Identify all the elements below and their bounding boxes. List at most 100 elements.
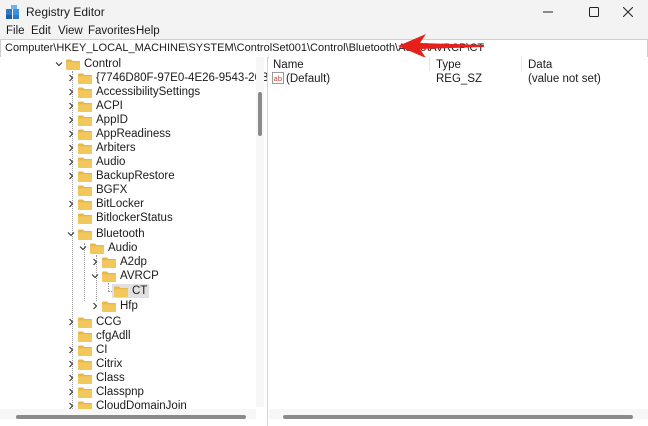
tree-item[interactable]: Bluetooth: [66, 227, 145, 241]
tree-item[interactable]: Classpnp: [66, 385, 144, 399]
tree-item[interactable]: BGFX: [66, 183, 127, 197]
tree-item-selected[interactable]: CT: [112, 284, 150, 298]
maximize-icon: [589, 7, 599, 17]
tree-item[interactable]: Arbiters: [66, 141, 136, 155]
red-arrow-annotation-icon: [398, 34, 484, 58]
menu-view[interactable]: View: [58, 25, 83, 37]
tree-item[interactable]: BitlockerStatus: [66, 211, 173, 225]
folder-icon: [78, 387, 92, 398]
chevron-down-icon[interactable]: [66, 227, 76, 241]
close-icon: [623, 7, 633, 17]
tree-item[interactable]: Class: [66, 371, 125, 385]
chevron-down-icon[interactable]: [90, 269, 100, 283]
tree-horizontal-scroll-thumb[interactable]: [16, 415, 246, 419]
folder-icon: [78, 115, 92, 126]
tree-item-label: AppReadiness: [96, 128, 171, 140]
tree-vertical-scroll-thumb[interactable]: [258, 92, 262, 136]
address-bar[interactable]: Computer\HKEY_LOCAL_MACHINE\SYSTEM\Contr…: [0, 39, 648, 58]
list-horizontal-scroll-thumb[interactable]: [283, 415, 633, 419]
minimize-button[interactable]: [528, 0, 568, 24]
key-tree-pane[interactable]: Control {7746D80F-97E0-4E26-9543-26B41FC…: [0, 57, 268, 426]
tree-item-label: Audio: [96, 156, 126, 168]
tree-item[interactable]: {7746D80F-97E0-4E26-9543-26B41FC2: [66, 71, 268, 85]
column-divider[interactable]: [429, 57, 430, 71]
tree-item-label: {7746D80F-97E0-4E26-9543-26B41FC2: [96, 72, 268, 84]
menu-edit[interactable]: Edit: [31, 25, 51, 37]
folder-icon: [78, 331, 92, 342]
tree-item[interactable]: Citrix: [66, 357, 122, 371]
tree-item-label: cfgAdll: [96, 330, 131, 342]
folder-icon: [78, 143, 92, 154]
tree-item[interactable]: Control: [54, 57, 121, 71]
tree-connector: [108, 283, 109, 291]
string-value-icon: ab: [272, 72, 284, 84]
menu-favorites[interactable]: Favorites: [88, 25, 135, 37]
column-header-data[interactable]: Data: [528, 59, 552, 71]
chevron-down-icon[interactable]: [78, 241, 88, 255]
chevron-right-icon[interactable]: [66, 141, 76, 155]
chevron-right-icon[interactable]: [66, 343, 76, 357]
folder-icon: [78, 185, 92, 196]
close-button[interactable]: [608, 0, 648, 24]
tree-item-label: Control: [84, 58, 122, 70]
folder-icon: [78, 317, 92, 328]
chevron-right-icon[interactable]: [66, 371, 76, 385]
chevron-right-icon[interactable]: [66, 357, 76, 371]
chevron-right-icon[interactable]: [90, 299, 100, 313]
tree-item-label: AVRCP: [120, 270, 159, 282]
menu-file[interactable]: File: [6, 25, 25, 37]
tree-item[interactable]: CI: [66, 343, 108, 357]
column-divider[interactable]: [521, 57, 522, 71]
tree-item-label: CI: [96, 344, 108, 356]
chevron-right-icon[interactable]: [66, 315, 76, 329]
values-list-pane[interactable]: Name Type Data ab (Default) REG_SZ (valu…: [269, 57, 648, 426]
chevron-right-icon[interactable]: [66, 197, 76, 211]
folder-icon: [78, 157, 92, 168]
folder-icon: [78, 101, 92, 112]
tree-item[interactable]: BitLocker: [66, 197, 144, 211]
folder-icon: [78, 129, 92, 140]
tree-item-label: BGFX: [96, 184, 128, 196]
tree-item[interactable]: A2dp: [90, 255, 147, 269]
chevron-right-icon[interactable]: [66, 385, 76, 399]
chevron-right-icon[interactable]: [66, 127, 76, 141]
chevron-right-icon[interactable]: [66, 99, 76, 113]
tree-item[interactable]: ACPI: [66, 99, 123, 113]
tree-item-label: Classpnp: [96, 386, 144, 398]
menu-bar: File Edit View Favorites Help: [0, 24, 648, 40]
tree-item[interactable]: CCG: [66, 315, 122, 329]
chevron-right-icon[interactable]: [66, 155, 76, 169]
tree-item-label: Bluetooth: [96, 228, 145, 240]
column-header-name[interactable]: Name: [273, 59, 304, 71]
tree-item-label: CT: [132, 285, 148, 297]
chevron-right-icon[interactable]: [66, 71, 76, 85]
tree-item[interactable]: AppID: [66, 113, 128, 127]
tree-item[interactable]: AppReadiness: [66, 127, 171, 141]
chevron-right-icon[interactable]: [66, 113, 76, 127]
tree-item-label: BitLocker: [96, 198, 144, 210]
tree-item[interactable]: cfgAdll: [66, 329, 131, 343]
folder-icon: [114, 286, 128, 297]
value-data: (value not set): [528, 73, 601, 85]
tree-item-label: BackupRestore: [96, 170, 175, 182]
registry-editor-icon: [6, 5, 19, 19]
tree-item[interactable]: BackupRestore: [66, 169, 175, 183]
tree-item[interactable]: AccessibilitySettings: [66, 85, 200, 99]
tree-item-label: AppID: [96, 114, 128, 126]
chevron-right-icon[interactable]: [66, 85, 76, 99]
tree-item[interactable]: Hfp: [90, 299, 138, 313]
value-name[interactable]: (Default): [286, 73, 330, 85]
tree-item[interactable]: Audio: [78, 241, 137, 255]
chevron-down-icon[interactable]: [54, 57, 64, 71]
chevron-right-icon[interactable]: [90, 255, 100, 269]
folder-icon: [78, 345, 92, 356]
column-header-type[interactable]: Type: [436, 59, 461, 71]
folder-icon: [90, 243, 104, 254]
tree-item[interactable]: Audio: [66, 155, 125, 169]
minimize-icon: [543, 11, 553, 13]
tree-item[interactable]: AVRCP: [90, 269, 159, 283]
tree-item-label: Audio: [108, 242, 138, 254]
menu-help[interactable]: Help: [136, 25, 160, 37]
chevron-right-icon[interactable]: [66, 169, 76, 183]
